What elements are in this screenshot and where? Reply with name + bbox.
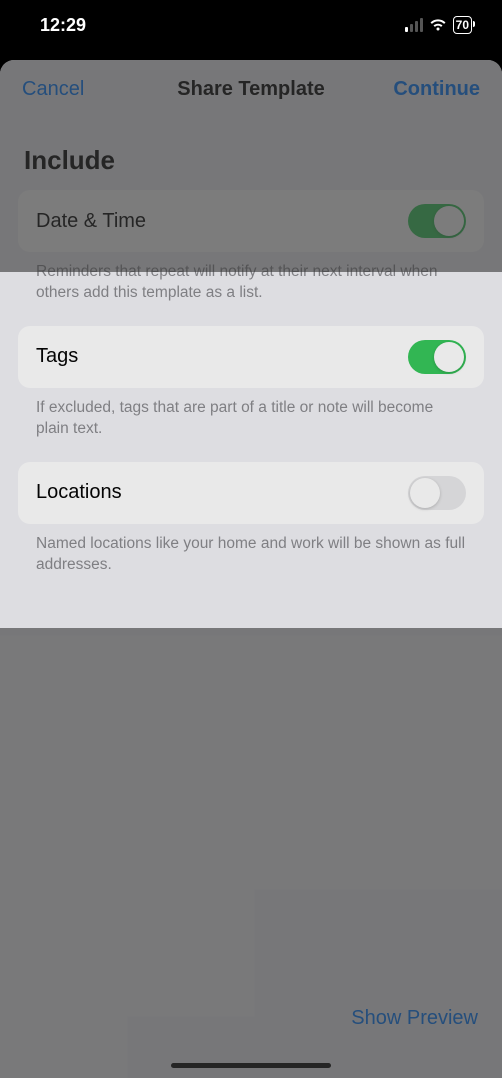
include-header: Include — [24, 145, 478, 176]
cellular-icon — [405, 18, 423, 32]
toggle-knob — [410, 478, 440, 508]
content-area: Include Date & Time Reminders that repea… — [0, 145, 502, 598]
datetime-label: Date & Time — [36, 210, 146, 233]
battery-icon: 70 — [453, 16, 472, 34]
locations-toggle[interactable] — [408, 476, 466, 510]
status-bar: 12:29 70 — [0, 0, 502, 50]
tags-footer: If excluded, tags that are part of a tit… — [18, 388, 484, 462]
tags-toggle[interactable] — [408, 340, 466, 374]
cancel-button[interactable]: Cancel — [22, 78, 84, 101]
wifi-icon — [429, 18, 447, 32]
status-indicators: 70 — [405, 16, 472, 34]
navigation-bar: Cancel Share Template Continue — [0, 60, 502, 119]
locations-footer: Named locations like your home and work … — [18, 524, 484, 598]
toggle-knob — [434, 342, 464, 372]
tags-label: Tags — [36, 345, 78, 368]
share-template-sheet: Cancel Share Template Continue Include D… — [0, 60, 502, 1078]
locations-row: Locations — [18, 462, 484, 524]
toggle-knob — [434, 206, 464, 236]
home-indicator[interactable] — [171, 1063, 331, 1068]
page-title: Share Template — [177, 78, 324, 101]
continue-button[interactable]: Continue — [393, 78, 480, 101]
status-time: 12:29 — [40, 15, 86, 36]
datetime-footer: Reminders that repeat will notify at the… — [18, 252, 484, 326]
datetime-toggle[interactable] — [408, 204, 466, 238]
datetime-row: Date & Time — [18, 190, 484, 252]
show-preview-button[interactable]: Show Preview — [351, 1007, 478, 1030]
tags-row: Tags — [18, 326, 484, 388]
locations-label: Locations — [36, 481, 122, 504]
